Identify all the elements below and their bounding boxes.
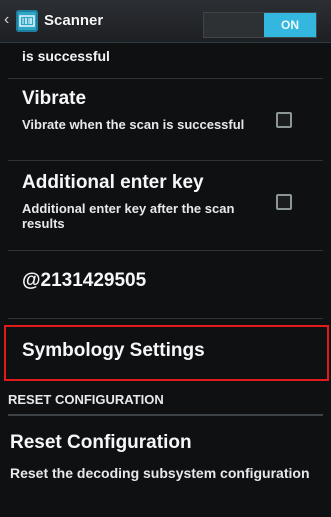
highlight-box [4, 325, 329, 381]
partial-pref-summary: is successful [22, 48, 110, 64]
action-bar: ‹ Scanner ON [0, 0, 331, 43]
divider [8, 78, 323, 79]
vibrate-pref-row[interactable]: Vibrate Vibrate when the scan is success… [0, 84, 331, 158]
reset-configuration-row[interactable]: Reset Configuration Reset the decoding s… [0, 424, 331, 516]
scanner-app-icon[interactable] [16, 10, 38, 32]
additional-enter-key-checkbox[interactable] [276, 194, 292, 210]
section-divider [8, 414, 323, 416]
additional-enter-key-pref-row[interactable]: Additional enter key Additional enter ke… [0, 166, 331, 246]
reset-section-header: RESET CONFIGURATION [8, 392, 164, 407]
switch-on-label: ON [264, 13, 316, 37]
settings-screen: ‹ Scanner ON is successful Vibrate Vibra… [0, 0, 331, 517]
reset-configuration-title: Reset Configuration [10, 432, 192, 453]
divider [8, 160, 323, 161]
scanner-switch[interactable]: ON [203, 12, 317, 38]
id-pref-row[interactable]: @2131429505 [0, 256, 331, 316]
id-value-label: @2131429505 [22, 270, 147, 291]
vibrate-checkbox[interactable] [276, 112, 292, 128]
page-title: Scanner [44, 12, 104, 29]
divider [8, 318, 323, 319]
divider [8, 250, 323, 251]
vibrate-summary: Vibrate when the scan is successful [22, 117, 245, 132]
vibrate-title: Vibrate [22, 88, 87, 109]
additional-enter-key-summary: Additional enter key after the scan resu… [22, 201, 235, 231]
up-caret-icon[interactable]: ‹ [4, 12, 9, 28]
additional-enter-key-title: Additional enter key [22, 172, 204, 193]
reset-configuration-summary: Reset the decoding subsystem configurati… [10, 465, 310, 481]
